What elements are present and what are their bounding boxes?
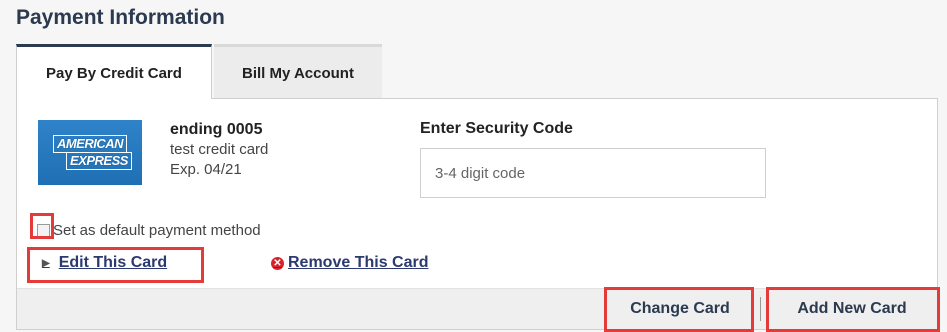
card-ending: ending 0005 [170, 121, 263, 138]
page-title: Payment Information [16, 6, 225, 29]
remove-card-label: Remove This Card [288, 254, 429, 271]
tab-bill-my-account[interactable]: Bill My Account [214, 44, 382, 99]
card-nickname: test credit card [170, 141, 269, 158]
default-payment-row: Set as default payment method [37, 222, 261, 239]
add-new-card-button[interactable]: Add New Card [772, 289, 932, 329]
change-card-button[interactable]: Change Card [610, 289, 750, 329]
caret-right-icon: ▶ [42, 257, 50, 269]
default-payment-label: Set as default payment method [53, 222, 261, 239]
amex-logo-line1: AMERICAN [52, 135, 128, 153]
remove-x-circle-icon: ✕ [271, 256, 284, 270]
remove-card-link[interactable]: ✕ Remove This Card [271, 254, 428, 272]
tab-pay-by-credit-card[interactable]: Pay By Credit Card [16, 44, 212, 99]
edit-card-link[interactable]: ▶ Edit This Card [42, 254, 167, 272]
credit-card-panel: AMERICAN EXPRESS ending 0005 test credit… [16, 98, 938, 330]
security-code-label: Enter Security Code [420, 120, 573, 137]
default-payment-checkbox[interactable] [37, 224, 50, 237]
amex-logo: AMERICAN EXPRESS [38, 120, 142, 185]
security-code-input[interactable] [420, 148, 766, 198]
panel-footer: Change Card Add New Card [17, 288, 937, 329]
amex-logo-line2: EXPRESS [66, 152, 132, 170]
card-details: ending 0005 test credit card Exp. 04/21 [170, 120, 268, 180]
card-expiration: Exp. 04/21 [170, 161, 242, 178]
card-actions: ▶ Edit This Card ✕ Remove This Card [42, 254, 937, 276]
footer-divider [760, 297, 761, 321]
edit-card-label: Edit This Card [58, 254, 168, 271]
